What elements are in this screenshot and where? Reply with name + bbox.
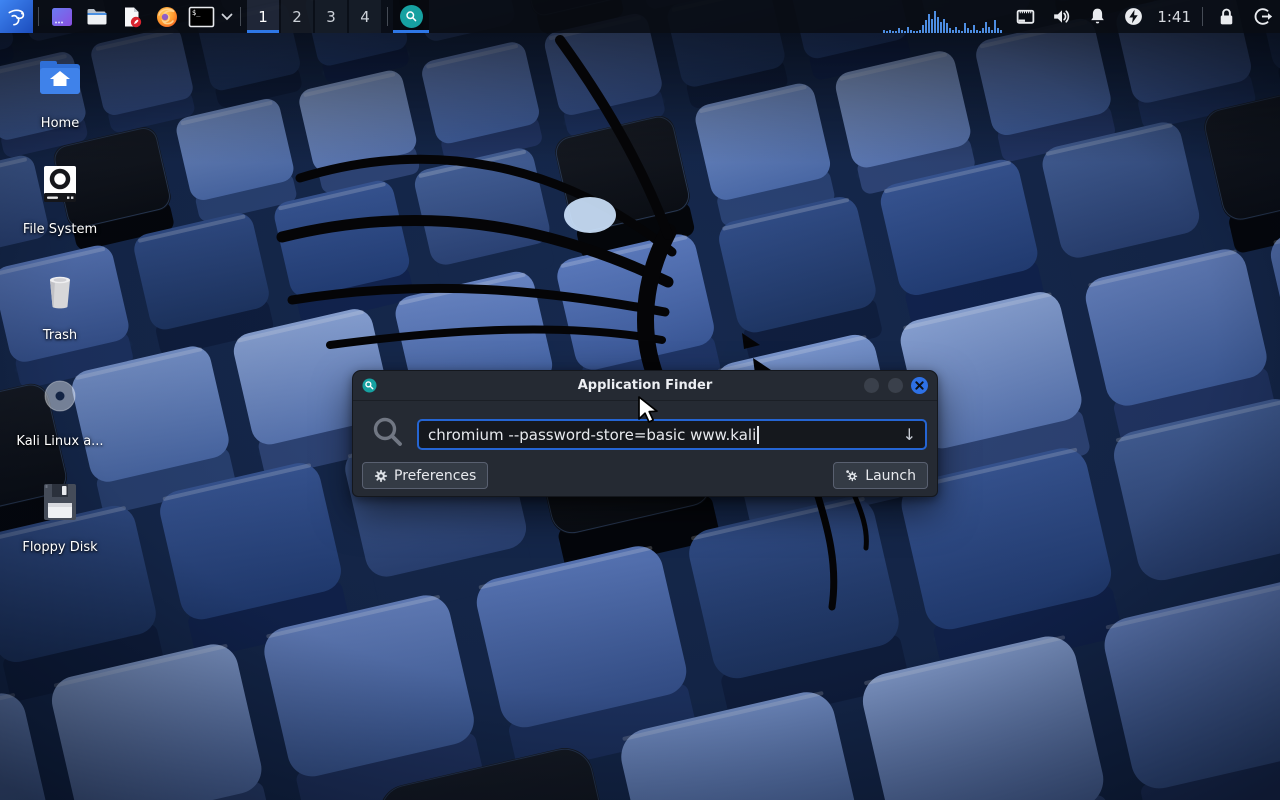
firefox-icon	[155, 5, 179, 29]
top-panel: $_ 1 2 3 4	[0, 0, 1280, 33]
terminal-launcher[interactable]: $_	[184, 0, 219, 33]
app-finder-launcher[interactable]	[393, 0, 429, 33]
desktop-icon-file-system[interactable]: File System	[8, 160, 112, 246]
text-caret	[757, 426, 759, 444]
desktop-icon-floppy-disk[interactable]: Floppy Disk	[8, 478, 112, 564]
application-finder-window: Application Finder chromium --password-s…	[352, 370, 938, 497]
desktop-icon-trash[interactable]: Trash	[8, 266, 112, 352]
search-input-value: chromium --password-store=basic www.kali	[428, 426, 756, 444]
power-manager-tray-icon[interactable]	[1115, 0, 1151, 33]
document-edit-icon	[120, 5, 144, 29]
clipboard-tray-icon[interactable]	[1007, 0, 1043, 33]
volume-icon	[1051, 6, 1072, 27]
bell-icon	[1087, 6, 1108, 27]
trash-can-icon	[36, 266, 84, 314]
app-finder-badge	[400, 5, 423, 28]
notifications-tray-icon[interactable]	[1079, 0, 1115, 33]
launch-button[interactable]: Launch	[833, 462, 928, 489]
lock-screen-button[interactable]	[1208, 0, 1244, 33]
terminal-icon: $_	[188, 5, 215, 29]
workspace-label: 1	[258, 8, 268, 26]
workspace-button-1[interactable]: 1	[247, 0, 279, 33]
desktop-icon-column: Home File System Trash	[8, 54, 112, 584]
clock-text: 1:41	[1157, 8, 1191, 26]
desktop: Home File System Trash	[0, 0, 1280, 800]
desktop-window-icon	[50, 5, 74, 29]
panel-separator	[240, 7, 241, 26]
clipboard-icon	[1015, 6, 1036, 27]
lock-icon	[1216, 6, 1237, 27]
desktop-icon-label: Trash	[43, 328, 77, 343]
minimize-button[interactable]	[863, 377, 880, 394]
gear-icon	[374, 469, 388, 483]
desktop-icon-label: File System	[23, 222, 97, 237]
preferences-label: Preferences	[394, 468, 476, 484]
maximize-button[interactable]	[887, 377, 904, 394]
desktop-icon-kali-linux-cd[interactable]: Kali Linux a...	[8, 372, 112, 458]
workspace-button-2[interactable]: 2	[281, 0, 313, 33]
preferences-button[interactable]: Preferences	[362, 462, 488, 489]
text-editor-launcher[interactable]	[114, 0, 149, 33]
logout-button[interactable]	[1244, 0, 1280, 33]
terminal-dropdown-chevron[interactable]	[219, 0, 235, 33]
disc-icon	[36, 372, 84, 420]
workspace-button-3[interactable]: 3	[315, 0, 347, 33]
desktop-icon-home[interactable]: Home	[8, 54, 112, 140]
search-icon	[405, 10, 418, 23]
desktop-icon-label: Floppy Disk	[22, 540, 97, 555]
mouse-cursor	[636, 395, 660, 425]
panel-separator	[38, 7, 39, 26]
search-icon	[370, 414, 406, 450]
hard-drive-icon	[36, 160, 84, 208]
svg-text:$_: $_	[192, 9, 201, 17]
panel-separator	[1202, 7, 1203, 26]
folder-icon	[85, 5, 109, 29]
volume-tray-icon[interactable]	[1043, 0, 1079, 33]
kali-menu-button[interactable]	[0, 0, 33, 33]
desktop-icon-label: Home	[41, 116, 79, 131]
panel-clock[interactable]: 1:41	[1151, 0, 1197, 33]
desktop-launcher[interactable]	[44, 0, 79, 33]
firefox-launcher[interactable]	[149, 0, 184, 33]
chevron-down-icon	[221, 13, 233, 21]
home-folder-icon	[36, 54, 84, 102]
workspace-label: 4	[360, 8, 370, 26]
power-bolt-icon	[1123, 6, 1144, 27]
dropdown-arrow-icon[interactable]: ↓	[903, 427, 916, 443]
desktop-icon-label: Kali Linux a...	[16, 434, 103, 449]
kali-logo-icon	[6, 6, 28, 28]
workspace-label: 2	[292, 8, 302, 26]
window-icon	[362, 378, 377, 393]
window-title: Application Finder	[353, 378, 937, 393]
panel-spacer	[429, 0, 881, 33]
launch-gear-icon	[845, 469, 859, 483]
launch-label: Launch	[865, 468, 916, 484]
panel-separator	[387, 7, 388, 26]
search-input[interactable]: chromium --password-store=basic www.kali…	[417, 419, 927, 450]
workspace-button-4[interactable]: 4	[349, 0, 381, 33]
file-manager-launcher[interactable]	[79, 0, 114, 33]
cpu-graph[interactable]	[881, 0, 1007, 33]
floppy-disk-icon	[36, 478, 84, 526]
close-button[interactable]	[911, 377, 928, 394]
close-icon	[915, 381, 924, 390]
workspace-label: 3	[326, 8, 336, 26]
logout-icon	[1252, 6, 1273, 27]
